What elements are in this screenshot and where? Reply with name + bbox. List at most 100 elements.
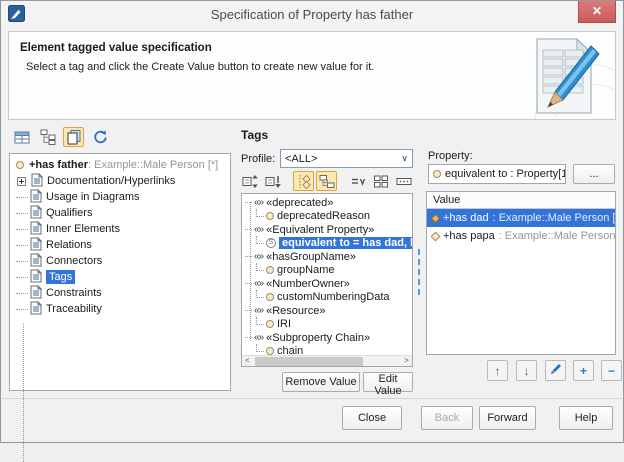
stereotype-icon: «» — [254, 224, 263, 235]
show-values-icon[interactable] — [347, 171, 368, 191]
help-button[interactable]: Help — [559, 406, 613, 430]
sidebar-item-inner-elements[interactable]: Inner Elements — [10, 221, 230, 237]
tree-root-name: +has father — [29, 159, 88, 171]
delete-value-icon[interactable] — [262, 171, 283, 191]
pages-view-icon[interactable] — [63, 127, 84, 147]
header-title: Element tagged value specification — [20, 42, 212, 54]
sidebar-item-relations[interactable]: Relations — [10, 237, 230, 253]
down-arrow-icon: ↓ — [524, 364, 530, 378]
edit-value-button[interactable]: Edit Value — [363, 372, 413, 392]
group-by-profile-icon[interactable] — [316, 171, 337, 191]
add-value-button[interactable]: + — [573, 360, 594, 381]
scrollbar-thumb[interactable] — [255, 357, 363, 366]
forward-button[interactable]: Forward — [479, 406, 536, 430]
browse-property-button[interactable]: ... — [573, 164, 615, 184]
scroll-left-icon[interactable]: < — [242, 356, 253, 366]
stereotype-node[interactable]: «» «Equivalent Property» — [242, 223, 412, 237]
close-dialog-button[interactable]: Close — [342, 406, 402, 430]
stereotype-node[interactable]: «» «Subproperty Chain» — [242, 331, 412, 345]
stereotype-icon: «» — [254, 278, 263, 289]
stereotype-node[interactable]: «» «Resource» — [242, 304, 412, 318]
grid-view-icon[interactable] — [370, 171, 391, 191]
tag-label: deprecatedReason — [277, 210, 370, 222]
tree-mode-icon[interactable] — [293, 171, 314, 191]
category-doc-icon — [30, 269, 42, 286]
stereotype-label: «NumberOwner» — [266, 278, 350, 290]
profile-select[interactable]: <ALL> ∨ — [280, 149, 413, 168]
property-value: equivalent to : Property[1... — [445, 168, 566, 180]
expand-icon[interactable] — [17, 177, 26, 186]
horizontal-scrollbar[interactable]: < > — [242, 355, 412, 366]
property-icon — [16, 161, 24, 169]
value-type: : Example::Male Person [.. — [499, 230, 615, 242]
sidebar-item-constraints[interactable]: Constraints — [10, 285, 230, 301]
category-doc-icon — [30, 301, 42, 318]
sidebar-item-label: Connectors — [46, 255, 102, 267]
flat-list-icon[interactable] — [393, 171, 414, 191]
specification-tree: +has father : Example::Male Person [*] D… — [9, 153, 231, 391]
stereotype-label: «hasGroupName» — [266, 251, 356, 263]
property-field[interactable]: equivalent to : Property[1... — [428, 164, 566, 184]
stereotype-icon: «» — [254, 305, 263, 316]
tag-icon — [266, 266, 274, 274]
tag-node[interactable]: customNumberingData — [242, 291, 412, 305]
tag-node[interactable]: groupName — [242, 264, 412, 278]
tag-node[interactable]: deprecatedReason — [242, 210, 412, 224]
profile-selected-value: <ALL> — [285, 153, 401, 165]
slot-node-selected[interactable]: S equivalent to = has dad, has — [242, 237, 412, 251]
value-type: : Example::Male Person [1]... — [493, 212, 615, 224]
sidebar-item-qualifiers[interactable]: Qualifiers — [10, 205, 230, 221]
document-pencil-icon — [529, 36, 601, 120]
tag-icon — [266, 320, 274, 328]
tree-root-type: : Example::Male Person [*] — [88, 159, 218, 171]
stereotype-node[interactable]: «» «deprecated» — [242, 196, 412, 210]
panel-splitter[interactable] — [418, 249, 420, 295]
structure-view-icon[interactable] — [37, 127, 58, 147]
stereotype-node[interactable]: «» «NumberOwner» — [242, 277, 412, 291]
remove-value-mini-button[interactable]: − — [601, 360, 622, 381]
tag-label: groupName — [277, 264, 334, 276]
tree-root-item[interactable]: +has father : Example::Male Person [*] — [10, 157, 230, 173]
close-button[interactable]: ✕ — [578, 1, 616, 23]
sidebar-item-traceability[interactable]: Traceability — [10, 301, 230, 317]
sidebar-item-label: Qualifiers — [46, 207, 92, 219]
stereotype-icon: «» — [254, 332, 263, 343]
property-label: Property: — [428, 150, 473, 162]
chevron-down-icon: ∨ — [401, 153, 408, 164]
tags-toolbar — [239, 171, 414, 191]
tags-tree: «» «deprecated» deprecatedReason «» «Equ… — [241, 193, 413, 367]
dialog-header: Element tagged value specification Selec… — [8, 31, 616, 120]
property-diamond-icon — [431, 213, 441, 223]
edit-button[interactable] — [545, 360, 566, 381]
sidebar-item-documentation[interactable]: Documentation/Hyperlinks — [10, 173, 230, 189]
scroll-right-icon[interactable]: > — [401, 356, 412, 366]
value-row-selected[interactable]: +has dad : Example::Male Person [1]... — [427, 209, 615, 227]
slot-label-selected: equivalent to = has dad, has — [279, 237, 413, 249]
minus-icon: − — [608, 364, 615, 378]
tag-node[interactable]: IRI — [242, 318, 412, 332]
refresh-icon[interactable] — [89, 127, 110, 147]
value-row[interactable]: +has papa : Example::Male Person [.. — [427, 227, 615, 245]
sidebar-item-usage[interactable]: Usage in Diagrams — [10, 189, 230, 205]
remove-value-button[interactable]: Remove Value — [282, 372, 360, 392]
title-bar[interactable]: Specification of Property has father ✕ — [1, 1, 623, 28]
value-name: +has dad — [443, 212, 489, 224]
stereotype-label: «Subproperty Chain» — [266, 332, 370, 344]
move-down-button[interactable]: ↓ — [516, 360, 537, 381]
sidebar-item-tags[interactable]: Tags — [10, 269, 230, 285]
sidebar-item-label-selected: Tags — [46, 270, 75, 284]
stereotype-node[interactable]: «» «hasGroupName» — [242, 250, 412, 264]
close-icon: ✕ — [592, 4, 602, 18]
tags-panel-title: Tags — [241, 128, 268, 142]
sidebar-item-label: Usage in Diagrams — [46, 191, 140, 203]
property-icon — [433, 170, 441, 178]
create-value-icon[interactable] — [239, 171, 260, 191]
back-button[interactable]: Back — [421, 406, 473, 430]
category-doc-icon — [30, 237, 42, 254]
value-list-header: Value — [427, 192, 615, 209]
sidebar-item-connectors[interactable]: Connectors — [10, 253, 230, 269]
move-up-button[interactable]: ↑ — [487, 360, 508, 381]
stereotype-label: «deprecated» — [266, 197, 333, 209]
category-doc-icon — [30, 221, 42, 238]
table-view-icon[interactable] — [11, 127, 32, 147]
